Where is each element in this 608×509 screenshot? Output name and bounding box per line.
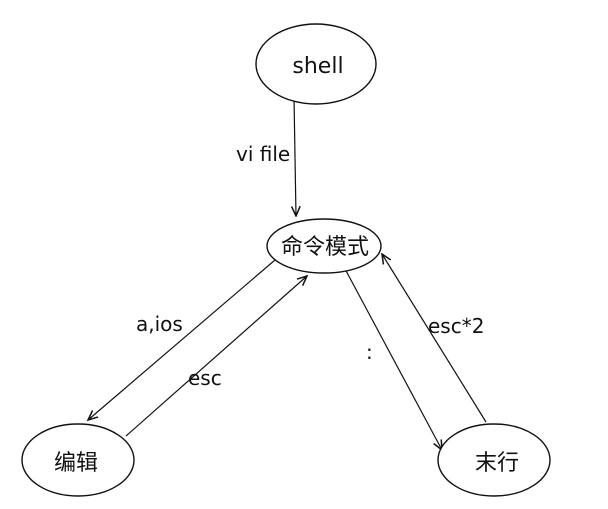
node-shell-label: shell (292, 54, 343, 79)
edge-label-esc: esc (188, 366, 222, 390)
edge-label-colon: : (366, 340, 373, 364)
edge-last-line-to-command (382, 254, 487, 423)
node-edit: 编辑 (21, 423, 135, 497)
node-last-line-label: 末行 (475, 451, 519, 476)
edge-command-to-edit (88, 253, 283, 420)
node-edit-label: 编辑 (54, 451, 98, 476)
edge-shell-to-command (294, 96, 296, 216)
node-command-mode: 命令模式 (266, 218, 382, 274)
edge-edit-to-command (125, 276, 307, 437)
edge-label-vi-file: vi file (236, 142, 290, 166)
edge-label-a-ios: a,ios (136, 312, 183, 336)
node-command-mode-label: 命令模式 (281, 235, 369, 260)
edge-command-to-last-line (343, 266, 442, 450)
node-shell: shell (255, 23, 377, 105)
edge-label-esc-2: esc*2 (428, 314, 484, 338)
vi-mode-diagram: shell 命令模式 编辑 末行 vi file a,ios esc : esc… (21, 23, 551, 497)
node-last-line: 末行 (437, 423, 551, 497)
